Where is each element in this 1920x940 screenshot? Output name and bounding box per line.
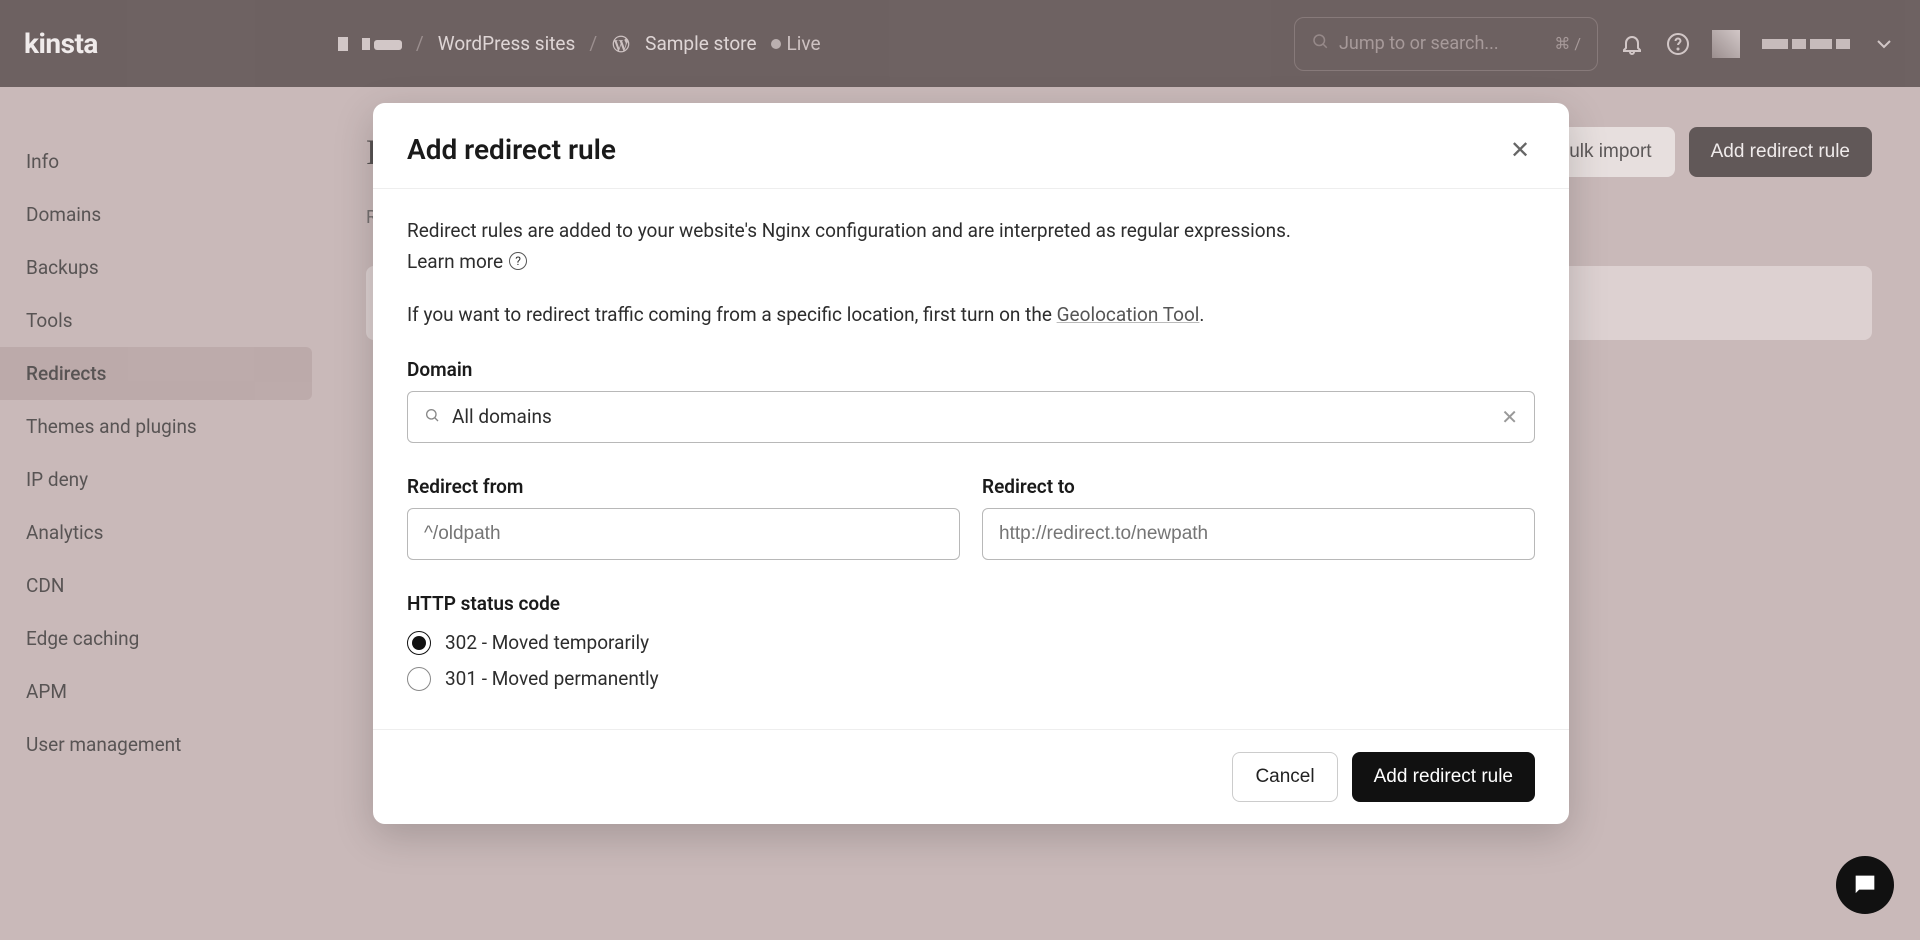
submit-button[interactable]: Add redirect rule <box>1352 752 1535 802</box>
domain-label: Domain <box>407 358 1535 381</box>
close-icon[interactable]: ✕ <box>1505 135 1535 165</box>
modal-overlay: Add redirect rule ✕ Redirect rules are a… <box>0 0 1920 940</box>
radio-icon <box>407 667 431 691</box>
modal-header: Add redirect rule ✕ <box>373 103 1569 189</box>
redirect-from-input[interactable] <box>407 508 960 560</box>
cancel-button[interactable]: Cancel <box>1232 752 1337 802</box>
redirect-from-label: Redirect from <box>407 475 960 498</box>
status-301-label: 301 - Moved permanently <box>445 667 659 690</box>
domain-value: All domains <box>452 405 1501 428</box>
domain-select[interactable]: All domains ✕ <box>407 391 1535 443</box>
geo-post: . <box>1199 303 1204 326</box>
status-301-option[interactable]: 301 - Moved permanently <box>407 661 1535 697</box>
clear-icon[interactable]: ✕ <box>1501 405 1518 429</box>
geo-pre: If you want to redirect traffic coming f… <box>407 303 1057 326</box>
redirect-to-label: Redirect to <box>982 475 1535 498</box>
modal-description: Redirect rules are added to your website… <box>407 217 1535 246</box>
modal-footer: Cancel Add redirect rule <box>373 729 1569 824</box>
modal-body: Redirect rules are added to your website… <box>373 189 1569 729</box>
geolocation-note: If you want to redirect traffic coming f… <box>407 303 1535 326</box>
status-code-group: 302 - Moved temporarily 301 - Moved perm… <box>407 625 1535 697</box>
status-302-label: 302 - Moved temporarily <box>445 631 649 654</box>
learn-more-text: Learn more <box>407 250 503 273</box>
learn-more-link[interactable]: Learn more ? <box>407 250 527 273</box>
modal-title: Add redirect rule <box>407 133 616 166</box>
radio-icon <box>407 631 431 655</box>
chat-fab[interactable] <box>1836 856 1894 914</box>
status-302-option[interactable]: 302 - Moved temporarily <box>407 625 1535 661</box>
add-redirect-modal: Add redirect rule ✕ Redirect rules are a… <box>373 103 1569 824</box>
status-code-label: HTTP status code <box>407 592 1535 615</box>
redirect-from-field[interactable] <box>424 523 943 545</box>
search-icon <box>424 405 440 428</box>
redirect-to-input[interactable] <box>982 508 1535 560</box>
geolocation-tool-link[interactable]: Geolocation Tool <box>1057 303 1200 326</box>
redirect-to-field[interactable] <box>999 523 1518 545</box>
help-circle-icon: ? <box>509 252 527 270</box>
